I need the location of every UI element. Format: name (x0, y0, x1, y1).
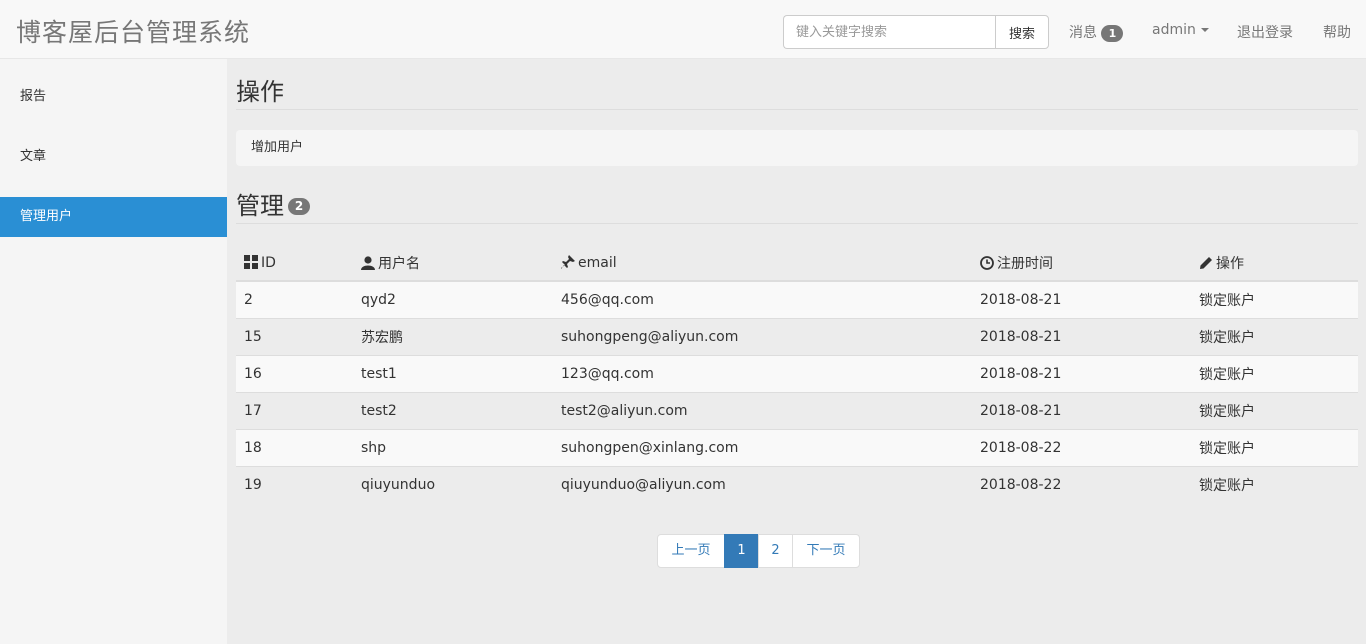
sidebar-item-articles[interactable]: 文章 (0, 137, 227, 177)
brand-title[interactable]: 博客屋后台管理系统 (16, 13, 250, 49)
column-header-registered: 注册时间 (972, 246, 1191, 282)
cell-email: qiuyunduo@aliyun.com (553, 466, 972, 503)
cell-registered: 2018-08-22 (972, 429, 1191, 467)
add-user-panel: 增加用户 (236, 130, 1358, 166)
sidebar-item-reports[interactable]: 报告 (0, 77, 227, 117)
cell-id: 17 (236, 392, 353, 430)
cell-registered: 2018-08-21 (972, 318, 1191, 356)
cell-email: suhongpen@xinlang.com (553, 429, 972, 467)
lock-account-link[interactable]: 锁定账户 (1191, 318, 1358, 356)
add-user-link[interactable]: 增加用户 (251, 140, 303, 155)
table-row: 2 qyd2 456@qq.com 2018-08-21 锁定账户 (236, 280, 1358, 319)
cell-username: qyd2 (353, 280, 553, 319)
messages-link[interactable]: 消息 1 (1069, 22, 1124, 42)
cell-id: 18 (236, 429, 353, 467)
user-dropdown[interactable]: admin (1152, 22, 1209, 38)
cell-email: test2@aliyun.com (553, 392, 972, 430)
cell-email: 123@qq.com (553, 355, 972, 393)
column-label: 注册时间 (997, 256, 1053, 272)
lock-account-link[interactable]: 锁定账户 (1191, 429, 1358, 467)
user-icon (361, 256, 375, 270)
messages-count-badge: 1 (1101, 24, 1124, 42)
cell-registered: 2018-08-21 (972, 280, 1191, 319)
cell-id: 2 (236, 280, 353, 319)
divider (236, 223, 1358, 224)
divider (236, 109, 1358, 110)
table-header-row: ID 用户名 email 注册时间 操作 (236, 246, 1358, 282)
messages-label: 消息 (1069, 25, 1097, 41)
column-label: 用户名 (378, 256, 420, 272)
cell-registered: 2018-08-21 (972, 355, 1191, 393)
pin-icon (561, 255, 575, 269)
search-input[interactable] (783, 15, 995, 49)
cell-username: 苏宏鹏 (353, 318, 553, 356)
lock-account-link[interactable]: 锁定账户 (1191, 355, 1358, 393)
column-header-action: 操作 (1191, 246, 1358, 282)
users-table: ID 用户名 email 注册时间 操作 2 qyd2 456@qq.com 2… (236, 246, 1358, 503)
column-header-username: 用户名 (353, 246, 553, 282)
page-1-button[interactable]: 1 (724, 534, 759, 568)
cell-registered: 2018-08-22 (972, 466, 1191, 503)
manage-heading: 管理 2 (236, 186, 310, 221)
cell-email: suhongpeng@aliyun.com (553, 318, 972, 356)
sidebar: 报告 文章 管理用户 (0, 59, 227, 644)
operations-heading: 操作 (236, 78, 284, 106)
prev-page-button[interactable]: 上一页 (657, 534, 725, 568)
cell-email: 456@qq.com (553, 280, 972, 319)
table-row: 15 苏宏鹏 suhongpeng@aliyun.com 2018-08-21 … (236, 318, 1358, 356)
column-label: 操作 (1216, 256, 1244, 272)
cell-username: shp (353, 429, 553, 467)
clock-icon (980, 256, 994, 270)
cell-registered: 2018-08-21 (972, 392, 1191, 430)
manage-title: 管理 (236, 192, 284, 220)
caret-down-icon (1200, 28, 1209, 32)
column-header-email: email (553, 246, 972, 282)
next-page-button[interactable]: 下一页 (792, 534, 860, 568)
table-row: 19 qiuyunduo qiuyunduo@aliyun.com 2018-0… (236, 466, 1358, 503)
user-label: admin (1152, 22, 1196, 38)
table-row: 17 test2 test2@aliyun.com 2018-08-21 锁定账… (236, 392, 1358, 430)
pencil-icon (1200, 257, 1212, 269)
lock-account-link[interactable]: 锁定账户 (1191, 466, 1358, 503)
sidebar-item-manage-users[interactable]: 管理用户 (0, 197, 227, 237)
column-header-id: ID (236, 246, 353, 282)
cell-username: test2 (353, 392, 553, 430)
cell-id: 16 (236, 355, 353, 393)
manage-count-badge: 2 (288, 198, 310, 215)
search-button[interactable]: 搜索 (995, 15, 1049, 49)
lock-account-link[interactable]: 锁定账户 (1191, 280, 1358, 319)
cell-id: 15 (236, 318, 353, 356)
page-2-button[interactable]: 2 (758, 534, 793, 568)
grid-icon (244, 255, 258, 269)
cell-username: test1 (353, 355, 553, 393)
cell-username: qiuyunduo (353, 466, 553, 503)
logout-link[interactable]: 退出登录 (1237, 22, 1293, 42)
column-label: email (578, 255, 617, 271)
top-navbar: 博客屋后台管理系统 搜索 消息 1 admin 退出登录 帮助 (0, 0, 1366, 59)
pagination: 上一页 1 2 下一页 (657, 534, 860, 568)
column-label: ID (261, 255, 276, 271)
lock-account-link[interactable]: 锁定账户 (1191, 392, 1358, 430)
help-link[interactable]: 帮助 (1323, 22, 1351, 42)
table-row: 18 shp suhongpen@xinlang.com 2018-08-22 … (236, 429, 1358, 467)
search-form: 搜索 (783, 15, 1049, 49)
cell-id: 19 (236, 466, 353, 503)
table-row: 16 test1 123@qq.com 2018-08-21 锁定账户 (236, 355, 1358, 393)
